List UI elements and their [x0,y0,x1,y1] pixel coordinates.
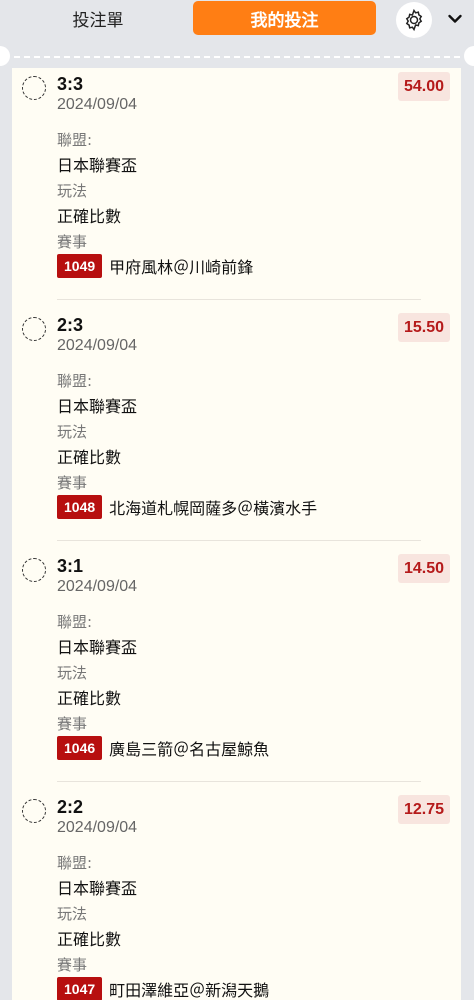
select-radio[interactable] [22,76,46,100]
bet-type-label: 玩法 [57,182,88,200]
event-id-badge: 1046 [57,736,103,760]
bet-score: 3:1 [57,556,84,576]
tab-bet-slip[interactable]: 投注單 [10,1,186,35]
event-row: 1049 甲府風林＠川崎前鋒 [57,254,253,278]
bet-type-label: 玩法 [57,664,88,682]
bet-item: 2:3 2024/09/04 15.50 聯盟: 日本聯賽盃 玩法 正確比數 賽… [12,313,461,555]
bet-type-label: 玩法 [57,905,88,923]
bet-date: 2024/09/04 [57,96,138,113]
league-label: 聯盟: [57,372,93,390]
bet-score: 2:3 [57,315,84,335]
event-label: 賽事 [57,956,88,974]
event-row: 1047 町田澤維亞＠新潟天鵝 [57,977,269,1000]
divider [57,540,421,541]
bet-item: 3:1 2024/09/04 14.50 聯盟: 日本聯賽盃 玩法 正確比數 賽… [12,554,461,796]
ticket-tear-line [0,44,474,68]
bet-date: 2024/09/04 [57,578,138,595]
tear-notch-right [464,46,474,66]
event-id-badge: 1049 [57,254,103,278]
event-label: 賽事 [57,233,88,251]
league-value: 日本聯賽盃 [57,156,138,175]
event-row: 1046 廣島三箭＠名古屋鯨魚 [57,736,269,760]
league-label: 聯盟: [57,854,93,872]
collapse-button[interactable] [444,8,466,30]
league-label: 聯盟: [57,613,93,631]
bet-score: 3:3 [57,74,84,94]
event-label: 賽事 [57,715,88,733]
chevron-down-icon [448,14,462,23]
bet-type-value: 正確比數 [57,689,122,708]
event-id-badge: 1048 [57,495,103,519]
odds-badge: 12.75 [397,795,450,824]
league-value: 日本聯賽盃 [57,879,138,898]
bet-date: 2024/09/04 [57,337,138,354]
match-name: 甲府風林＠川崎前鋒 [109,258,254,277]
tab-my-bets[interactable]: 我的投注 [193,1,376,35]
league-value: 日本聯賽盃 [57,638,138,657]
tear-notch-left [0,46,10,66]
divider [57,781,421,782]
bet-score: 2:2 [57,797,84,817]
event-label: 賽事 [57,474,88,492]
bet-type-value: 正確比數 [57,448,122,467]
bet-list: 3:3 2024/09/04 54.00 聯盟: 日本聯賽盃 玩法 正確比數 賽… [12,68,461,1000]
bet-item: 2:2 2024/09/04 12.75 聯盟: 日本聯賽盃 玩法 正確比數 賽… [12,795,461,1000]
event-id-badge: 1047 [57,977,103,1000]
bet-item: 3:3 2024/09/04 54.00 聯盟: 日本聯賽盃 玩法 正確比數 賽… [12,72,461,314]
match-name: 廣島三箭＠名古屋鯨魚 [109,740,270,759]
league-label: 聯盟: [57,131,93,149]
tear-dashed-line [14,56,460,58]
gear-icon [405,8,423,32]
event-row: 1048 北海道札幌岡薩多＠橫濱水手 [57,495,317,519]
bet-date: 2024/09/04 [57,819,138,836]
odds-badge: 15.50 [397,313,450,342]
top-bar: 投注單 我的投注 [0,0,474,40]
select-radio[interactable] [22,317,46,341]
divider [57,299,421,300]
select-radio[interactable] [22,558,46,582]
odds-badge: 14.50 [397,554,450,583]
bet-type-value: 正確比數 [57,930,122,949]
bet-type-value: 正確比數 [57,207,122,226]
match-name: 町田澤維亞＠新潟天鵝 [109,981,270,1000]
match-name: 北海道札幌岡薩多＠橫濱水手 [109,499,318,518]
settings-button[interactable] [396,2,432,38]
select-radio[interactable] [22,799,46,823]
league-value: 日本聯賽盃 [57,397,138,416]
odds-badge: 54.00 [397,72,450,101]
bet-type-label: 玩法 [57,423,88,441]
